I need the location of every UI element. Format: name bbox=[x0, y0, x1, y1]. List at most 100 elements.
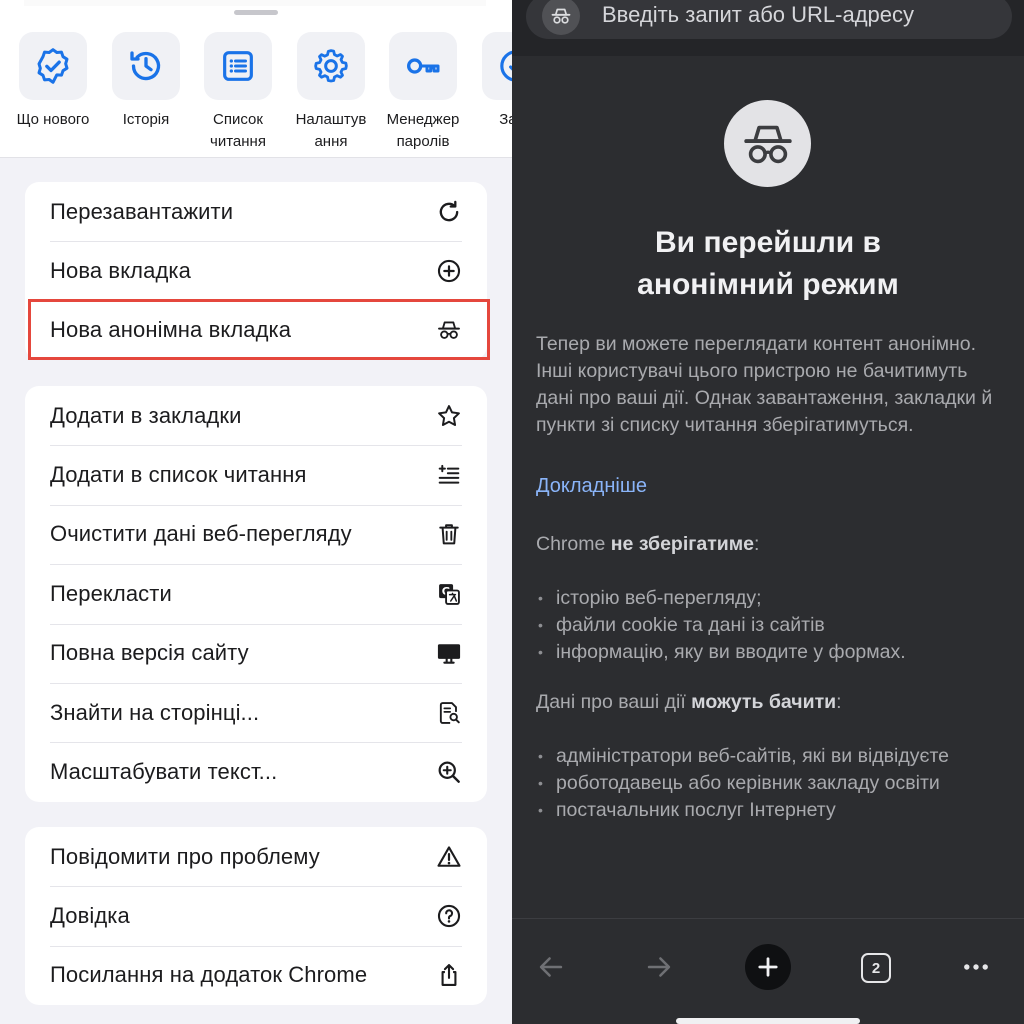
menu-item-desktop-site[interactable]: Повна версія сайту bbox=[25, 623, 487, 683]
top-bar: Введіть запит або URL-адресу bbox=[512, 0, 1024, 56]
arrow-left-icon bbox=[539, 957, 563, 977]
quick-action-password-manager[interactable]: Менеджер паролів bbox=[377, 32, 469, 153]
quick-action-label: Список читання bbox=[210, 111, 266, 150]
zoom-in-icon bbox=[435, 758, 463, 786]
quick-action-label: Налаштув ання bbox=[295, 111, 367, 150]
tab-switcher-button[interactable]: 2 bbox=[861, 953, 891, 983]
menu-item-label: Перекласти bbox=[50, 580, 172, 606]
history-icon bbox=[130, 51, 161, 81]
menu-item-add-bookmark[interactable]: Додати в закладки bbox=[25, 386, 487, 445]
quick-action-whats-new[interactable]: Що нового bbox=[7, 32, 99, 131]
back-button[interactable] bbox=[527, 943, 575, 991]
verified-badge-icon bbox=[37, 48, 69, 84]
not-saved-bold: не зберігатиме bbox=[610, 533, 755, 555]
menu-item-label: Повідомити про проблему bbox=[50, 843, 320, 869]
menu-item-label: Додати в закладки bbox=[50, 402, 242, 428]
menu-item-label: Додати в список читання bbox=[50, 462, 307, 488]
incognito-icon bbox=[435, 316, 463, 344]
menu-item-new-incognito-tab[interactable]: Нова анонімна вкладка bbox=[25, 300, 487, 360]
quick-action-tile bbox=[389, 32, 457, 100]
gear-icon bbox=[314, 49, 348, 83]
quick-action-reading-list[interactable]: Список читання bbox=[192, 32, 284, 153]
reading-list-icon bbox=[223, 51, 253, 81]
menu-item-label: Очистити дані веб-перегляду bbox=[50, 521, 352, 547]
quick-action-label: Історія bbox=[122, 111, 170, 128]
plus-circle-icon bbox=[435, 257, 463, 285]
plus-icon bbox=[758, 957, 778, 977]
omnibox[interactable]: Введіть запит або URL-адресу bbox=[526, 0, 1012, 39]
more-menu-button[interactable] bbox=[952, 943, 1000, 991]
translate-icon: G bbox=[435, 580, 463, 608]
share-icon bbox=[435, 961, 463, 989]
menu-group-help: Повідомити про проблему Довідка Посиланн… bbox=[25, 827, 487, 1006]
quick-actions-row: Що нового Історія Список читання Налашту… bbox=[0, 32, 512, 158]
menu-item-report-issue[interactable]: Повідомити про проблему bbox=[25, 827, 487, 886]
desktop-icon bbox=[435, 639, 463, 667]
incognito-page: Введіть запит або URL-адресу Ви перейшли… bbox=[512, 0, 1024, 1024]
bottom-toolbar: 2 bbox=[512, 918, 1024, 1024]
not-saved-prefix: Chrome bbox=[536, 533, 611, 555]
quick-action-tile bbox=[297, 32, 365, 100]
not-saved-list: історію веб-перегляду; файли cookie та д… bbox=[536, 585, 1016, 667]
menu-item-label: Масштабувати текст... bbox=[50, 759, 278, 785]
visible-to-list: адміністратори веб-сайтів, які ви відвід… bbox=[536, 743, 1016, 825]
reload-icon bbox=[435, 198, 463, 226]
more-horizontal-icon bbox=[964, 964, 988, 970]
quick-action-tile bbox=[482, 32, 512, 100]
visible-to-heading: Дані про ваші дії можуть бачити: bbox=[536, 689, 842, 716]
not-saved-suffix: : bbox=[754, 533, 760, 555]
menu-item-share-chrome[interactable]: Посилання на додаток Chrome bbox=[25, 945, 487, 1005]
menu-item-label: Посилання на додаток Chrome bbox=[50, 962, 368, 988]
forward-button[interactable] bbox=[635, 943, 683, 991]
quick-action-label: Менеджер паролів bbox=[386, 111, 460, 150]
find-in-page-icon bbox=[435, 699, 463, 727]
download-icon bbox=[500, 50, 512, 82]
menu-item-help[interactable]: Довідка bbox=[25, 886, 487, 945]
warning-icon bbox=[435, 843, 463, 871]
menu-item-label: Нова анонімна вкладка bbox=[50, 317, 292, 343]
menu-item-new-tab[interactable]: Нова вкладка bbox=[25, 241, 487, 300]
list-item: адміністратори веб-сайтів, які ви відвід… bbox=[536, 743, 1016, 770]
menu-item-label: Повна версія сайту bbox=[50, 640, 249, 666]
visible-suffix: : bbox=[836, 691, 842, 713]
menu-item-zoom-text[interactable]: Масштабувати текст... bbox=[25, 742, 487, 801]
menu-item-label: Перезавантажити bbox=[50, 198, 234, 224]
quick-actions-panel: Що нового Історія Список читання Налашту… bbox=[0, 0, 512, 158]
trash-icon bbox=[435, 520, 463, 548]
incognito-logo bbox=[724, 100, 811, 187]
menu-item-label: Нова вкладка bbox=[50, 258, 191, 284]
incognito-title-line2: анонімний режим bbox=[637, 268, 899, 301]
quick-action-settings[interactable]: Налаштув ання bbox=[285, 32, 377, 153]
visible-bold: можуть бачити bbox=[691, 691, 837, 713]
incognito-title-line1: Ви перейшли в bbox=[655, 226, 881, 259]
menu-item-label: Довідка bbox=[50, 903, 130, 929]
incognito-intro: Тепер ви можете переглядати контент анон… bbox=[536, 333, 993, 436]
list-item: постачальник послуг Інтернету bbox=[536, 797, 1016, 824]
not-saved-heading: Chrome не зберігатиме: bbox=[536, 531, 759, 558]
visible-prefix: Дані про ваші дії bbox=[536, 691, 692, 713]
menu-item-find-in-page[interactable]: Знайти на сторінці... bbox=[25, 682, 487, 742]
menu-group-page-actions: Додати в закладки Додати в список читанн… bbox=[25, 386, 487, 802]
help-icon bbox=[435, 902, 463, 930]
sheet-grabber[interactable] bbox=[234, 10, 278, 15]
menu-group-tabs: Перезавантажити Нова вкладка Нова анонім… bbox=[25, 182, 487, 361]
menu-item-reload[interactable]: Перезавантажити bbox=[25, 182, 487, 241]
quick-action-tile bbox=[19, 32, 87, 100]
quick-action-tile bbox=[204, 32, 272, 100]
learn-more-link[interactable]: Докладніше bbox=[536, 473, 647, 500]
chrome-menu-sheet: Що нового Історія Список читання Налашту… bbox=[0, 0, 512, 1024]
list-item: файли cookie та дані із сайтів bbox=[536, 612, 1016, 639]
menu-item-translate[interactable]: Перекласти G bbox=[25, 564, 487, 623]
home-indicator bbox=[676, 1018, 860, 1024]
menu-item-clear-browsing-data[interactable]: Очистити дані веб-перегляду bbox=[25, 504, 487, 564]
quick-action-label: Що нового bbox=[16, 111, 90, 128]
star-icon bbox=[435, 402, 463, 430]
quick-action-downloads[interactable]: Зава н bbox=[470, 32, 512, 153]
incognito-icon bbox=[743, 125, 792, 163]
list-item: історію веб-перегляду; bbox=[536, 585, 1016, 612]
key-icon bbox=[407, 58, 440, 74]
menu-item-add-reading-list[interactable]: Додати в список читання bbox=[25, 445, 487, 504]
quick-action-history[interactable]: Історія bbox=[100, 32, 192, 131]
sheet-backdrop-edge bbox=[24, 0, 486, 6]
new-tab-button[interactable] bbox=[745, 944, 791, 990]
